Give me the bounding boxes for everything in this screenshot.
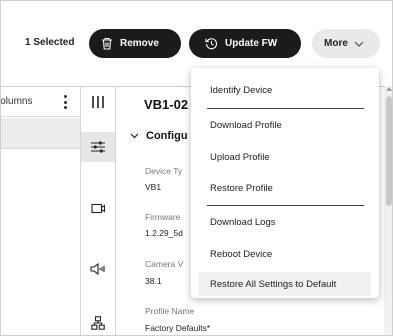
menu-separator — [207, 108, 364, 109]
menu-item-restore-profile[interactable]: Restore Profile — [199, 176, 371, 200]
selected-count: 1 Selected — [25, 37, 75, 48]
details-scrollbar[interactable] — [384, 86, 392, 335]
device-list-panel: Columns — [1, 86, 81, 335]
update-fw-button[interactable]: Update FW — [189, 29, 301, 58]
field-label: Firmware — [145, 212, 181, 222]
menu-item-identify-device[interactable]: Identify Device — [199, 78, 371, 102]
chevron-down-icon — [354, 41, 364, 47]
remove-label: Remove — [120, 38, 159, 49]
menu-item-label: Restore Profile — [210, 182, 273, 194]
clock-refresh-icon — [205, 37, 218, 50]
update-fw-label: Update FW — [225, 38, 278, 49]
remove-button[interactable]: Remove — [89, 29, 181, 58]
device-title: VB1-02 — [144, 97, 189, 112]
field-value: 38.1 — [145, 276, 162, 286]
scroll-thumb[interactable] — [386, 96, 392, 206]
selected-device-row[interactable] — [1, 118, 80, 148]
columns-header: Columns — [1, 87, 80, 117]
row-divider — [1, 148, 80, 149]
app-window: 1 Selected Remove Update FW More olumns … — [0, 0, 393, 336]
field-value: Factory Defaults* — [145, 323, 211, 333]
field-value: VB1 — [145, 182, 162, 192]
field-value: 1.2.29_5d — [145, 228, 183, 238]
icon-rail — [81, 86, 116, 335]
menu-item-label: Restore All Settings to Default — [210, 278, 337, 290]
field-label: Profile Name — [145, 306, 195, 316]
menu-item-label: Upload Profile — [210, 151, 270, 163]
field-label: Camera V — [145, 259, 184, 269]
more-dropdown-menu: Identify Device Download Profile Upload … — [191, 68, 379, 298]
menu-item-restore-all-defaults[interactable]: Restore All Settings to Default — [199, 272, 371, 296]
menu-item-download-profile[interactable]: Download Profile — [199, 113, 371, 137]
kebab-menu-icon[interactable] — [63, 95, 67, 109]
sliders-icon[interactable] — [81, 132, 115, 162]
scroll-up-icon[interactable] — [386, 87, 392, 91]
columns-label: Columns — [0, 96, 33, 107]
more-label: More — [324, 38, 348, 49]
field-label: Device Ty — [145, 166, 183, 176]
speaker-icon[interactable] — [81, 254, 115, 284]
menu-item-reboot-device[interactable]: Reboot Device — [199, 242, 371, 266]
more-button[interactable]: More — [312, 29, 380, 58]
menu-separator — [207, 205, 364, 206]
menu-item-label: Download Logs — [210, 216, 276, 228]
section-title: Configu — [146, 130, 188, 142]
menu-item-download-logs[interactable]: Download Logs — [199, 210, 371, 234]
columns-view-icon[interactable] — [81, 87, 115, 117]
trash-icon — [101, 37, 113, 50]
network-icon[interactable] — [81, 308, 115, 335]
menu-item-upload-profile[interactable]: Upload Profile — [199, 145, 371, 169]
menu-item-label: Reboot Device — [210, 248, 273, 260]
chevron-down-icon — [130, 133, 139, 139]
configuration-section-toggle[interactable]: Configu — [130, 130, 188, 142]
camera-icon[interactable] — [81, 193, 115, 223]
menu-item-label: Identify Device — [210, 84, 273, 96]
menu-item-label: Download Profile — [210, 119, 282, 131]
